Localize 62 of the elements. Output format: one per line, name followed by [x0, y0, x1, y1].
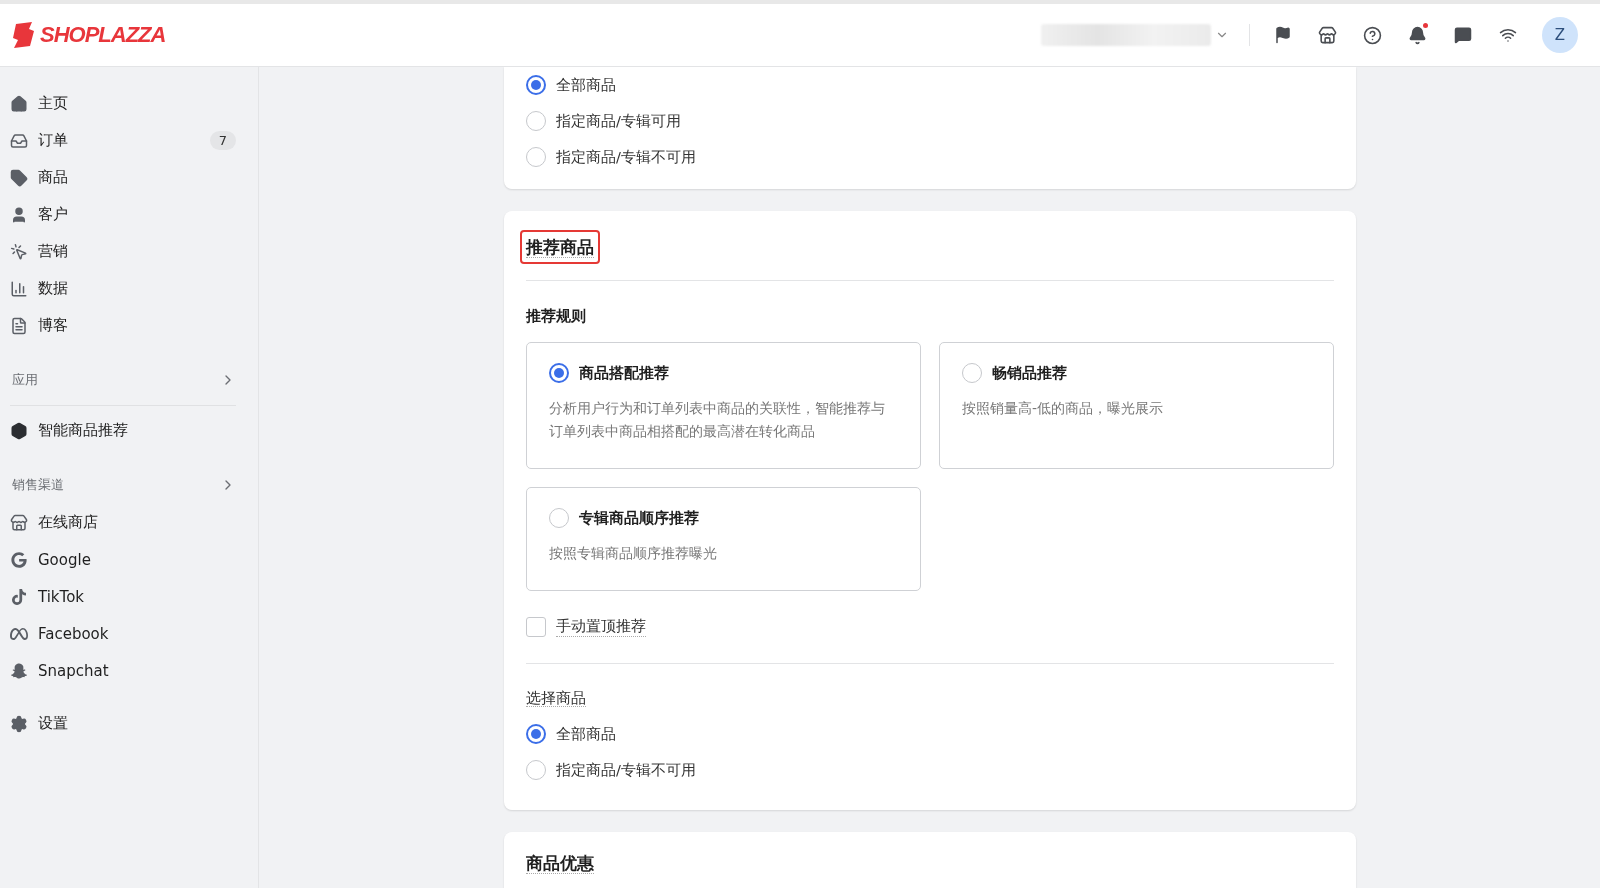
radio-label: 指定商品/专辑可用: [556, 111, 681, 131]
hexagon-icon: [10, 421, 28, 440]
sidebar-item[interactable]: 商品: [10, 159, 236, 196]
sidebar-item[interactable]: 在线商店: [10, 504, 236, 541]
rule-description: 按照专辑商品顺序推荐曝光: [549, 544, 718, 563]
rule-option-card[interactable]: 商品搭配推荐 分析用户行为和订单列表中商品的关联性，智能推荐与订单列表中商品相搭配的最高潜在转化商品: [526, 342, 921, 469]
radio-label: 全部商品: [556, 724, 616, 744]
radio-label: 指定商品/专辑不可用: [556, 147, 696, 167]
rule-description: 按照销量高-低的商品，曝光展示: [962, 399, 1165, 418]
sidebar-item[interactable]: 智能商品推荐: [10, 412, 236, 449]
radio-button[interactable]: [526, 111, 546, 131]
store-icon: [10, 513, 28, 532]
rule-option-card[interactable]: 畅销品推荐 按照销量高-低的商品，曝光展示: [939, 342, 1334, 469]
sidebar-item[interactable]: 博客: [10, 307, 236, 344]
radio-button[interactable]: [526, 75, 546, 95]
rule-title: 畅销品推荐: [992, 363, 1067, 383]
home-icon: [10, 94, 28, 113]
bar-chart-icon: [10, 279, 28, 298]
sidebar-item[interactable]: Snapchat: [10, 652, 236, 689]
person-icon: [10, 205, 28, 224]
google-icon: [10, 551, 28, 568]
rule-description: 分析用户行为和订单列表中商品的关联性，智能推荐与订单列表中商品相搭配的最高潜在转化商品: [549, 399, 886, 441]
card-title: 商品优惠: [526, 853, 594, 874]
inbox-icon: [10, 131, 28, 150]
cursor-click-icon: [10, 242, 28, 261]
count-badge: 7: [209, 131, 236, 150]
sidebar-item[interactable]: 设置: [10, 705, 236, 742]
radio-button[interactable]: [526, 760, 546, 780]
checkbox-label: 手动置顶推荐: [556, 617, 646, 637]
tag-icon: [10, 168, 28, 187]
sidebar-item[interactable]: 客户: [10, 196, 236, 233]
sidebar-item[interactable]: Facebook: [10, 615, 236, 652]
radio-label: 指定商品/专辑不可用: [556, 760, 696, 780]
sidebar-item[interactable]: 主页: [10, 85, 236, 122]
card-title: 推荐商品: [526, 237, 594, 258]
radio-button[interactable]: [962, 363, 982, 383]
radio-button[interactable]: [549, 363, 569, 383]
document-icon: [10, 316, 28, 335]
section-header[interactable]: 销售渠道: [10, 466, 236, 504]
radio-button[interactable]: [526, 724, 546, 744]
radio-button[interactable]: [549, 508, 569, 528]
field-label: 选择商品: [526, 690, 586, 707]
logo-text: SHOPLAZZA: [40, 22, 166, 48]
rule-option-card[interactable]: 专辑商品顺序推荐 按照专辑商品顺序推荐曝光: [526, 487, 921, 591]
sidebar-item[interactable]: 数据: [10, 270, 236, 307]
ghost-icon: [10, 662, 28, 679]
sidebar-item[interactable]: 订单 7: [10, 122, 236, 159]
sidebar-item[interactable]: TikTok: [10, 578, 236, 615]
rule-title: 商品搭配推荐: [579, 363, 669, 383]
tiktok-icon: [10, 588, 28, 605]
section-header[interactable]: 应用: [10, 361, 236, 399]
avatar[interactable]: Z: [1542, 17, 1578, 53]
sidebar-item[interactable]: Google: [10, 541, 236, 578]
bell-icon: [1408, 25, 1427, 45]
settings-icon: [10, 714, 28, 733]
sidebar-item[interactable]: 营销: [10, 233, 236, 270]
checkbox[interactable]: [526, 617, 546, 637]
logo-icon: [12, 22, 36, 48]
radio-label: 全部商品: [556, 75, 616, 95]
field-label: 推荐规则: [526, 307, 587, 326]
rule-title: 专辑商品顺序推荐: [579, 508, 699, 528]
radio-button[interactable]: [526, 147, 546, 167]
